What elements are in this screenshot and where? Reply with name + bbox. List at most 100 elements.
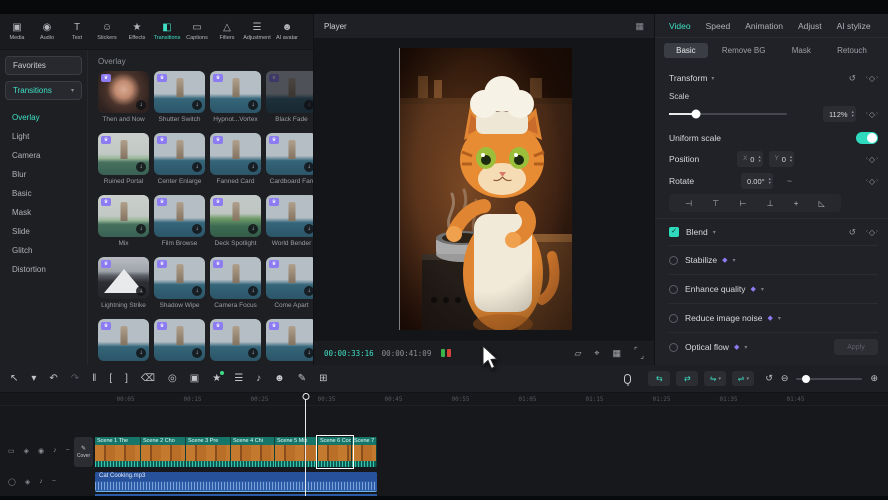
- transition-item[interactable]: ♛ ↓ Then and Now: [98, 71, 149, 133]
- timeline-tool-icon[interactable]: ↶: [49, 373, 57, 384]
- transition-item[interactable]: ♛ ↓ Film Browse: [154, 195, 205, 257]
- timeline-zoom-slider[interactable]: [796, 378, 862, 380]
- track-header-icon[interactable]: ♪: [39, 478, 43, 486]
- preview-quality-icon[interactable]: ▦: [612, 348, 621, 359]
- timeline-tool-icon[interactable]: ‖: [92, 373, 96, 384]
- microphone-icon[interactable]: [624, 374, 631, 384]
- feature-checkbox[interactable]: [669, 343, 678, 352]
- sidebar-item[interactable]: Mask: [0, 203, 87, 222]
- sidebar-item[interactable]: Slide: [0, 222, 87, 241]
- transition-thumbnail[interactable]: ♛ ↓: [266, 319, 313, 361]
- timeline-tool-icon[interactable]: ⊞: [319, 373, 327, 384]
- transition-item[interactable]: ♛ ↓ Hypnot...Vortex: [210, 71, 261, 133]
- scale-stepper[interactable]: ▴ ▾: [852, 110, 854, 119]
- keyframe-rotate-icon[interactable]: ‹ ◇ ›: [866, 177, 878, 186]
- aspect-ratio-icon[interactable]: ▱: [574, 348, 581, 359]
- video-clip[interactable]: Scene 5 Mix: [275, 437, 318, 467]
- video-clip[interactable]: Scene 4 Chi: [231, 437, 275, 467]
- collapse-caret-icon[interactable]: ▾: [711, 75, 714, 82]
- zoom-in-icon[interactable]: ⊕: [870, 373, 878, 384]
- stepper-down-icon[interactable]: ▾: [758, 159, 760, 164]
- transition-item[interactable]: ♛ ↓ Come Apart: [266, 257, 313, 319]
- inspector-tab[interactable]: Video: [669, 21, 691, 31]
- transition-item[interactable]: ♛ ↓ Black Fade: [266, 71, 313, 133]
- transition-thumbnail[interactable]: ♛ ↓: [98, 133, 149, 175]
- toolbar-tab[interactable]: ◧ Transitions: [152, 22, 182, 41]
- snap-toggle-button[interactable]: ⇄: [676, 371, 698, 386]
- transition-item[interactable]: ♛ ↓ Center Enlarge: [154, 133, 205, 195]
- transition-thumbnail[interactable]: ♛ ↓: [98, 319, 149, 361]
- transition-thumbnail[interactable]: ♛ ↓: [98, 71, 149, 113]
- toolbar-tab[interactable]: ★ Effects: [122, 22, 152, 41]
- keyframe-position-icon[interactable]: ‹ ◇ ›: [866, 155, 878, 164]
- video-preview[interactable]: [399, 48, 571, 330]
- sidebar-item[interactable]: Camera: [0, 146, 87, 165]
- transition-item[interactable]: ♛ ↓ Fanned Card: [210, 133, 261, 195]
- chevron-down-icon[interactable]: ▾: [761, 286, 764, 293]
- timeline-tool-icon[interactable]: ▾: [31, 373, 36, 384]
- focus-frame-icon[interactable]: ⌖: [594, 348, 599, 359]
- playhead[interactable]: [305, 393, 306, 496]
- transition-item[interactable]: ♛ ↓: [210, 319, 261, 365]
- track-header-icon[interactable]: ♪: [53, 447, 57, 455]
- scale-value-box[interactable]: 112% ▴ ▾: [823, 106, 856, 122]
- align-icon[interactable]: ⊣: [685, 199, 692, 208]
- chevron-down-icon[interactable]: ▾: [733, 257, 736, 264]
- timeline-tool-icon[interactable]: ♪: [256, 373, 261, 384]
- transition-thumbnail[interactable]: ♛ ↓: [154, 257, 205, 299]
- transition-thumbnail[interactable]: ♛ ↓: [98, 195, 149, 237]
- chevron-down-icon[interactable]: ▾: [778, 315, 781, 322]
- rotate-stepper[interactable]: ▴ ▾: [769, 177, 771, 186]
- keyframe-scale-icon[interactable]: ‹ ◇ ›: [866, 110, 878, 119]
- feature-action-button[interactable]: Apply: [834, 339, 878, 355]
- uniform-scale-toggle[interactable]: [856, 132, 878, 144]
- timeline-tool-icon[interactable]: ☰: [234, 373, 243, 384]
- timeline-zoom-handle[interactable]: [802, 375, 810, 383]
- align-icon[interactable]: ⊢: [739, 199, 746, 208]
- feature-checkbox[interactable]: [669, 285, 678, 294]
- transition-item[interactable]: ♛ ↓ Deck Spotlight: [210, 195, 261, 257]
- toolbar-tab[interactable]: ☻ AI avatar: [272, 22, 302, 41]
- timeline-tool-icon[interactable]: ]: [125, 373, 128, 384]
- transition-item[interactable]: ♛ ↓ Cardboard Fan: [266, 133, 313, 195]
- video-clip[interactable]: Scene 6 Coo: [318, 437, 352, 467]
- transition-item[interactable]: ♛ ↓: [266, 319, 313, 365]
- video-clip[interactable]: Scene 7 The: [352, 437, 377, 467]
- sidebar-item[interactable]: Basic: [0, 184, 87, 203]
- track-header-icon[interactable]: ◈: [25, 478, 30, 486]
- rotate-dial-icon[interactable]: ~: [787, 176, 792, 186]
- timeline-tool-icon[interactable]: ✎: [298, 373, 306, 384]
- timeline-tool-icon[interactable]: [: [109, 373, 112, 384]
- inspector-tab[interactable]: AI stylize: [837, 21, 871, 31]
- sidebar-item[interactable]: Overlay: [0, 108, 87, 127]
- display-mode-icon[interactable]: ▦: [635, 21, 644, 32]
- stepper-down-icon[interactable]: ▾: [852, 114, 854, 119]
- position-y-stepper[interactable]: ▴ ▾: [790, 155, 792, 164]
- stepper-down-icon[interactable]: ▾: [769, 181, 771, 186]
- video-clip[interactable]: Scene 1 The: [95, 437, 141, 467]
- snap-toggle-button[interactable]: ⇌ ▾: [732, 371, 754, 386]
- inspector-tab[interactable]: Speed: [706, 21, 731, 31]
- transition-thumbnail[interactable]: ♛ ↓: [210, 319, 261, 361]
- transition-thumbnail[interactable]: ♛ ↓: [210, 195, 261, 237]
- timeline-tool-icon[interactable]: ↷: [71, 373, 79, 384]
- transition-item[interactable]: ♛ ↓ Mix: [98, 195, 149, 257]
- timeline-tool-icon[interactable]: ★: [212, 373, 221, 384]
- timeline-tool-icon[interactable]: ▣: [190, 373, 199, 384]
- toolbar-tab[interactable]: △ Filters: [212, 22, 242, 41]
- keyframe-blend-icon[interactable]: ‹ ◇ ›: [866, 228, 878, 237]
- blend-checkbox[interactable]: ✓: [669, 227, 679, 237]
- track-header-icon[interactable]: ◉: [38, 447, 44, 455]
- transition-item[interactable]: ♛ ↓: [154, 319, 205, 365]
- fit-timeline-icon[interactable]: ↺: [765, 373, 773, 384]
- track-header-icon[interactable]: ◈: [24, 447, 29, 455]
- toolbar-tab[interactable]: ◉ Audio: [32, 22, 62, 41]
- favorites-button[interactable]: Favorites: [5, 56, 82, 75]
- category-dropdown[interactable]: Transitions ▾: [5, 81, 82, 100]
- timeline-tool-icon[interactable]: ◎: [168, 373, 177, 384]
- scale-slider-handle[interactable]: [692, 110, 701, 119]
- transition-thumbnail[interactable]: ♛ ↓: [154, 319, 205, 361]
- transition-item[interactable]: ♛ ↓ Lightning Strike: [98, 257, 149, 319]
- inspector-subtab[interactable]: Remove BG: [710, 43, 778, 58]
- sidebar-item[interactable]: Blur: [0, 165, 87, 184]
